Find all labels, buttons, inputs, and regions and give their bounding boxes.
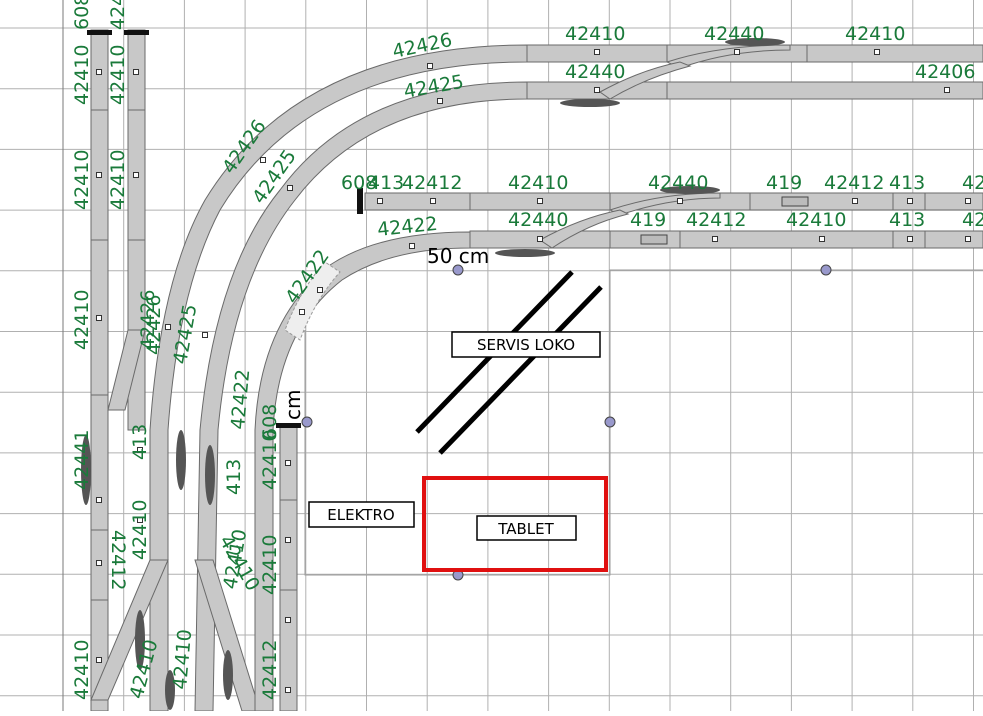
track-marker xyxy=(427,63,433,69)
track-label: 42410 xyxy=(107,45,129,105)
track-label: 42410 xyxy=(508,172,568,194)
track-marker xyxy=(377,198,383,204)
left-curved-tracks xyxy=(90,44,528,712)
track-marker xyxy=(437,98,443,104)
dimension-label-top: 50 cm xyxy=(427,244,489,268)
track-label: 42410 xyxy=(107,150,129,210)
track-marker xyxy=(285,460,291,466)
track-label: 413 xyxy=(889,172,925,194)
track-marker xyxy=(852,198,858,204)
track-marker xyxy=(287,185,293,191)
track-label: 42412 xyxy=(402,172,462,194)
track-marker xyxy=(734,49,740,55)
track-marker xyxy=(96,315,102,321)
service-rails xyxy=(415,270,603,455)
track-label: 42 xyxy=(962,209,983,231)
track-marker xyxy=(133,172,139,178)
track-label: 42440 xyxy=(648,172,708,194)
track-label: 42410 xyxy=(786,209,846,231)
track-markers xyxy=(96,49,971,693)
track-label: 608 xyxy=(71,0,93,30)
track-label: 42410 xyxy=(71,45,93,105)
track-marker xyxy=(96,172,102,178)
track-marker xyxy=(409,243,415,249)
track-marker xyxy=(202,332,208,338)
track-label: 42440 xyxy=(565,61,625,83)
track-marker xyxy=(965,198,971,204)
track-label: 42410 xyxy=(845,23,905,45)
track-label: 413 xyxy=(368,172,404,194)
track-label: 42406 xyxy=(915,61,975,83)
track-label: 419 xyxy=(630,209,666,231)
track-label: 42412 xyxy=(686,209,746,231)
track-marker xyxy=(96,69,102,75)
servis-loko-label[interactable]: SERVIS LOKO xyxy=(451,331,601,358)
tablet-label[interactable]: TABLET xyxy=(476,515,577,541)
track-label: 42410 xyxy=(71,640,93,700)
track-marker xyxy=(677,198,683,204)
track-label: 42410 xyxy=(71,150,93,210)
track-marker xyxy=(594,87,600,93)
track-label: 42426 xyxy=(137,290,159,350)
track-marker xyxy=(317,287,323,293)
track-label: 413 xyxy=(223,459,245,495)
track-label: 42410 xyxy=(129,500,151,560)
track-label: 42410 xyxy=(169,628,196,690)
track-marker xyxy=(285,687,291,693)
track-marker xyxy=(874,49,880,55)
track-label: 42410 xyxy=(71,290,93,350)
track-marker xyxy=(299,309,305,315)
track-marker xyxy=(712,236,718,242)
dimension-label-left: cm xyxy=(281,390,305,420)
track-layout-diagram: 42426 42410 42440 42410 42425 42440 4240… xyxy=(0,0,983,712)
track-marker xyxy=(537,236,543,242)
track-marker xyxy=(944,87,950,93)
layout-plan-canvas[interactable]: 42426 42410 42440 42410 42425 42440 4240… xyxy=(0,0,983,712)
track-marker xyxy=(96,657,102,663)
track-label: 42412 xyxy=(824,172,884,194)
track-marker xyxy=(133,69,139,75)
track-label: 413 xyxy=(889,209,925,231)
track-label: 608 xyxy=(259,404,281,440)
track-marker xyxy=(285,617,291,623)
track-marker xyxy=(907,198,913,204)
track-label: 42422 xyxy=(227,368,254,430)
track-label: 42412 xyxy=(107,530,129,590)
track-label: 42440 xyxy=(508,209,568,231)
tablet-text: TABLET xyxy=(497,520,554,538)
track-marker xyxy=(537,198,543,204)
track-marker xyxy=(430,198,436,204)
track-marker xyxy=(594,49,600,55)
track-label: 413 xyxy=(129,424,151,460)
track-marker xyxy=(260,157,266,163)
track-marker xyxy=(96,560,102,566)
elektro-text: ELEKTRO xyxy=(327,506,394,524)
track-label: 419 xyxy=(766,172,802,194)
track-label: 42410 xyxy=(259,535,281,595)
service-area-outline xyxy=(301,264,983,581)
track-marker xyxy=(965,236,971,242)
track-marker xyxy=(285,537,291,543)
track-marker xyxy=(96,497,102,503)
track-label: 42410 xyxy=(565,23,625,45)
elektro-label[interactable]: ELEKTRO xyxy=(308,501,415,528)
track-marker xyxy=(907,236,913,242)
servis-loko-text: SERVIS LOKO xyxy=(477,336,575,354)
track-label: 42421 xyxy=(107,0,129,30)
track-label: 42441 xyxy=(71,430,93,490)
track-label: 42 xyxy=(962,172,983,194)
track-marker xyxy=(819,236,825,242)
track-label: 42440 xyxy=(704,23,764,45)
track-label: 42412 xyxy=(259,640,281,700)
track-marker xyxy=(165,324,171,330)
